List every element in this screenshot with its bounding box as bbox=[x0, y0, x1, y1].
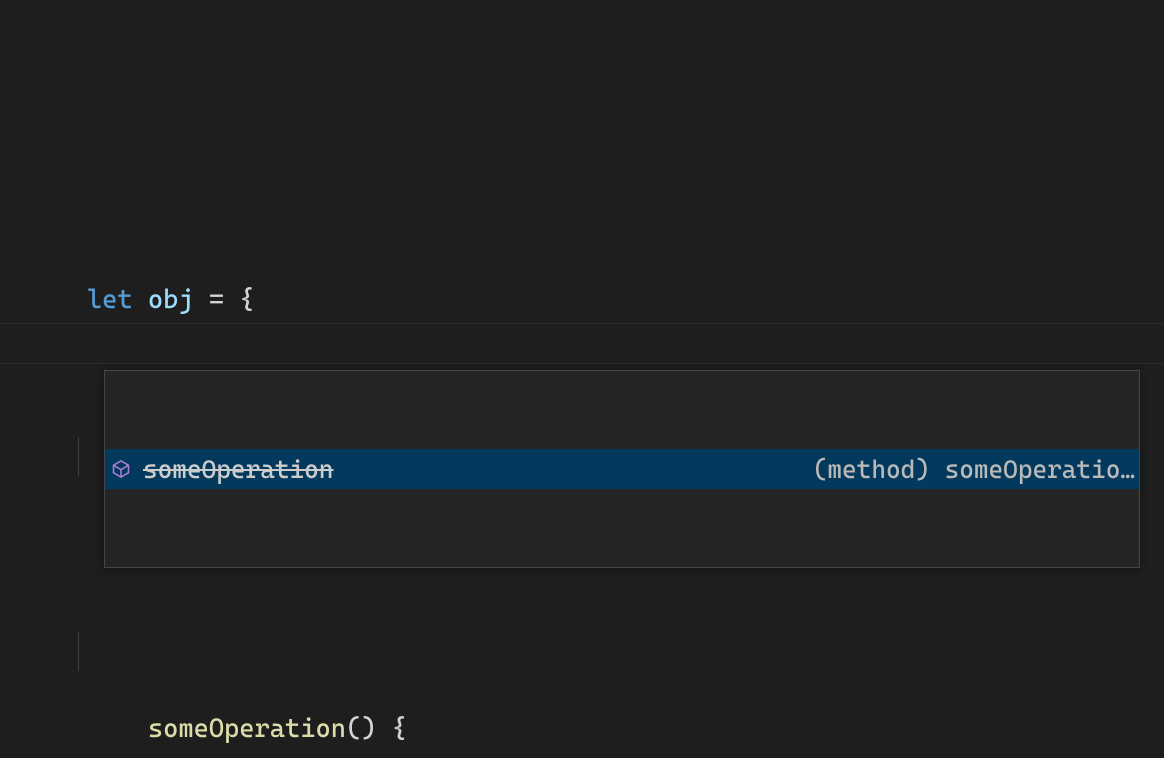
space bbox=[133, 285, 148, 315]
equals-brace: = { bbox=[194, 285, 255, 315]
suggest-item-label: someOperation bbox=[143, 450, 333, 489]
indent bbox=[87, 714, 148, 744]
suggest-item[interactable]: someOperation (method) someOperatio… bbox=[105, 449, 1139, 489]
method-icon bbox=[109, 457, 133, 481]
suggest-item-detail: (method) someOperatio… bbox=[793, 450, 1135, 489]
code-line[interactable]: let obj = { bbox=[26, 242, 1164, 281]
keyword-let: let bbox=[87, 285, 133, 315]
code-line[interactable]: someOperation() { bbox=[26, 632, 1164, 671]
identifier-obj: obj bbox=[148, 285, 194, 315]
suggest-widget[interactable]: someOperation (method) someOperatio… bbox=[104, 370, 1140, 568]
code-editor[interactable]: let obj = { /** @deprecated */ someOpera… bbox=[0, 0, 1164, 758]
indent-guide bbox=[78, 437, 79, 476]
paren-brace: () { bbox=[346, 714, 407, 744]
current-line-highlight bbox=[0, 323, 1164, 364]
function-name: someOperation bbox=[148, 714, 346, 744]
indent-guide bbox=[78, 632, 79, 671]
